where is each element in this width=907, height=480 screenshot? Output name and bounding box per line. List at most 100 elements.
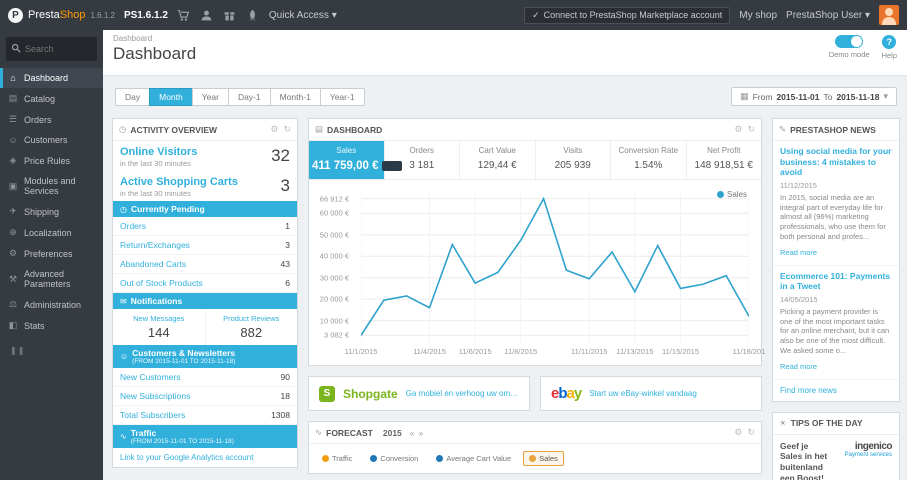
- activity-panel-title: Activity overview: [130, 124, 218, 135]
- total-subscribers-row[interactable]: Total Subscribers 1308: [113, 406, 297, 425]
- refresh-icon[interactable]: ↻: [283, 124, 291, 135]
- date-range-picker[interactable]: ▦ From 2015-11-01 To 2015-11-18 ▾: [731, 87, 897, 106]
- gear-icon[interactable]: ⚙: [734, 427, 742, 438]
- chart-legend[interactable]: Sales: [716, 190, 747, 199]
- refresh-icon[interactable]: ↻: [747, 124, 755, 135]
- x-axis-tick: 11/11/2015: [571, 347, 608, 356]
- filter-month-button[interactable]: Month: [149, 87, 192, 106]
- y-axis-tick: 10 000 €: [319, 316, 349, 326]
- ebay-module[interactable]: ebay Start uw eBay-winkel vandaag: [540, 376, 762, 411]
- tips-icon: ☀: [779, 417, 787, 428]
- brand-text: PrestaShop: [28, 9, 86, 21]
- x-axis-tick: 11/13/2015: [616, 347, 654, 356]
- news-article-title[interactable]: Using social media for your business: 4 …: [780, 146, 892, 178]
- traffic-icon: ∿: [120, 432, 127, 441]
- sidebar-item-catalog[interactable]: ▤ Catalog: [0, 88, 103, 109]
- forecast-toggle-conversion[interactable]: Conversion: [364, 451, 424, 466]
- sidebar-item-shipping[interactable]: ✈ Shipping: [0, 201, 103, 222]
- traffic-header: ∿ Traffic (FROM 2015-11-01 TO 2015-11-18…: [113, 425, 297, 448]
- filter-day-1-button[interactable]: Day-1: [227, 87, 270, 106]
- sidebar-item-stats[interactable]: ◧ Stats: [0, 315, 103, 336]
- shopgate-link[interactable]: Ga mobiel en verhoog uw omzet: [406, 389, 519, 398]
- demo-mode-toggle[interactable]: Demo mode: [829, 35, 870, 59]
- filter-day-button[interactable]: Day: [115, 87, 150, 106]
- customers-newsletters-header: ☺ Customers & Newsletters (FROM 2015-11-…: [113, 345, 297, 368]
- sidebar-item-orders[interactable]: ☰ Orders: [0, 109, 103, 130]
- read-more-link[interactable]: Read more: [780, 362, 817, 371]
- prestashop-logo[interactable]: P PrestaShop 1.6.1.2: [8, 7, 115, 23]
- kpi-net-profit[interactable]: Net Profit 148 918,51 €: [687, 141, 762, 179]
- gear-icon[interactable]: ⚙: [734, 124, 742, 135]
- sidebar-item-preferences[interactable]: ⚙ Preferences: [0, 243, 103, 264]
- ingenico-logo: ingenico Payment services: [844, 440, 893, 458]
- collapse-sidebar-button[interactable]: ❚❚: [0, 336, 103, 365]
- help-button[interactable]: ? Help: [882, 35, 897, 60]
- google-analytics-link[interactable]: Link to your Google Analytics account: [113, 448, 297, 467]
- cart-icon[interactable]: [177, 8, 191, 22]
- pending-returns-row[interactable]: Return/Exchanges 3: [113, 236, 297, 255]
- new-subscriptions-row[interactable]: New Subscriptions 18: [113, 387, 297, 406]
- read-more-link[interactable]: Read more: [780, 248, 817, 257]
- new-customers-row[interactable]: New Customers 90: [113, 368, 297, 387]
- gear-icon[interactable]: ⚙: [270, 124, 278, 135]
- quick-access-menu[interactable]: Quick Access ▾: [269, 10, 337, 21]
- online-visitors-link[interactable]: Online Visitors: [120, 146, 197, 158]
- gift-icon[interactable]: [223, 8, 237, 22]
- shop-name[interactable]: PS1.6.1.2: [124, 10, 168, 21]
- my-shop-link[interactable]: My shop: [739, 10, 777, 21]
- caret-down-icon: ▾: [883, 91, 888, 101]
- sidebar-item-customers[interactable]: ☺ Customers: [0, 130, 103, 150]
- filter-year-1-button[interactable]: Year-1: [319, 87, 365, 106]
- forecast-toggle-sales[interactable]: Sales: [523, 451, 564, 466]
- abandoned-carts-row[interactable]: Abandoned Carts 43: [113, 255, 297, 274]
- chart-plot-area[interactable]: Sales: [361, 190, 749, 342]
- kpi-cart-value[interactable]: Cart Value 129,44 €: [460, 141, 536, 179]
- y-axis-tick: 50 000 €: [319, 230, 349, 240]
- shopgate-module[interactable]: S Shopgate Ga mobiel en verhoog uw omzet: [308, 376, 530, 411]
- pending-orders-row[interactable]: Orders 1: [113, 217, 297, 236]
- marketplace-connect-button[interactable]: ✓ Connect to PrestaShop Marketplace acco…: [524, 6, 731, 24]
- news-article: Using social media for your business: 4 …: [773, 141, 899, 266]
- filter-year-button[interactable]: Year: [191, 87, 228, 106]
- new-messages-cell[interactable]: New Messages 144: [113, 309, 206, 345]
- sidebar-item-modules[interactable]: ▣ Modules and Services: [0, 171, 103, 201]
- breadcrumb[interactable]: Dashboard: [113, 34, 897, 43]
- search-input[interactable]: [25, 44, 95, 54]
- user-menu[interactable]: PrestaShop User ▾: [786, 10, 870, 21]
- sidebar-search[interactable]: [6, 37, 97, 61]
- ebay-link[interactable]: Start uw eBay-winkel vandaag: [589, 389, 697, 398]
- price-rules-icon: ◈: [9, 155, 17, 165]
- notifications-header: ✉ Notifications: [113, 293, 297, 309]
- out-of-stock-row[interactable]: Out of Stock Products 6: [113, 274, 297, 293]
- kpi-sales[interactable]: Sales 411 759,00 €: [309, 141, 402, 179]
- kpi-conversion-rate[interactable]: Conversion Rate 1.54%: [611, 141, 687, 179]
- y-axis-tick: 30 000 €: [319, 273, 349, 283]
- sidebar-item-price-rules[interactable]: ◈ Price Rules: [0, 150, 103, 171]
- shopgate-icon: S: [319, 385, 335, 402]
- forecast-toggle-avg-cart-value[interactable]: Average Cart Value: [430, 451, 517, 466]
- forecast-toggle-traffic[interactable]: Traffic: [316, 451, 358, 466]
- toggle-switch[interactable]: [835, 35, 864, 48]
- forecast-year[interactable]: 2015: [383, 428, 402, 438]
- y-axis-tick: 66 912 €: [319, 194, 349, 204]
- sidebar-item-dashboard[interactable]: ⌂ Dashboard: [0, 68, 103, 88]
- filter-month-1-button[interactable]: Month-1: [269, 87, 320, 106]
- sidebar-item-advanced-parameters[interactable]: ⚒ Advanced Parameters: [0, 264, 103, 294]
- prev-year-icon[interactable]: «: [410, 428, 415, 438]
- customers-icon[interactable]: [200, 8, 214, 22]
- find-more-news-link[interactable]: Find more news: [773, 380, 899, 401]
- help-icon: ?: [882, 35, 897, 49]
- rocket-icon[interactable]: [246, 8, 260, 22]
- notifications-cells: New Messages 144 Product Reviews 882: [113, 309, 297, 345]
- kpi-orders[interactable]: Orders 3 181: [385, 141, 460, 179]
- next-year-icon[interactable]: »: [419, 428, 424, 438]
- sidebar-item-localization[interactable]: ⊕ Localization: [0, 222, 103, 243]
- sidebar-item-administration[interactable]: ⚖ Administration: [0, 294, 103, 315]
- avatar[interactable]: [879, 5, 899, 25]
- orders-icon: ☰: [8, 114, 18, 124]
- active-carts-link[interactable]: Active Shopping Carts: [120, 176, 238, 188]
- product-reviews-cell[interactable]: Product Reviews 882: [206, 309, 298, 345]
- news-article-title[interactable]: Ecommerce 101: Payments in a Tweet: [780, 271, 892, 292]
- kpi-visits[interactable]: Visits 205 939: [536, 141, 611, 179]
- refresh-icon[interactable]: ↻: [747, 427, 755, 438]
